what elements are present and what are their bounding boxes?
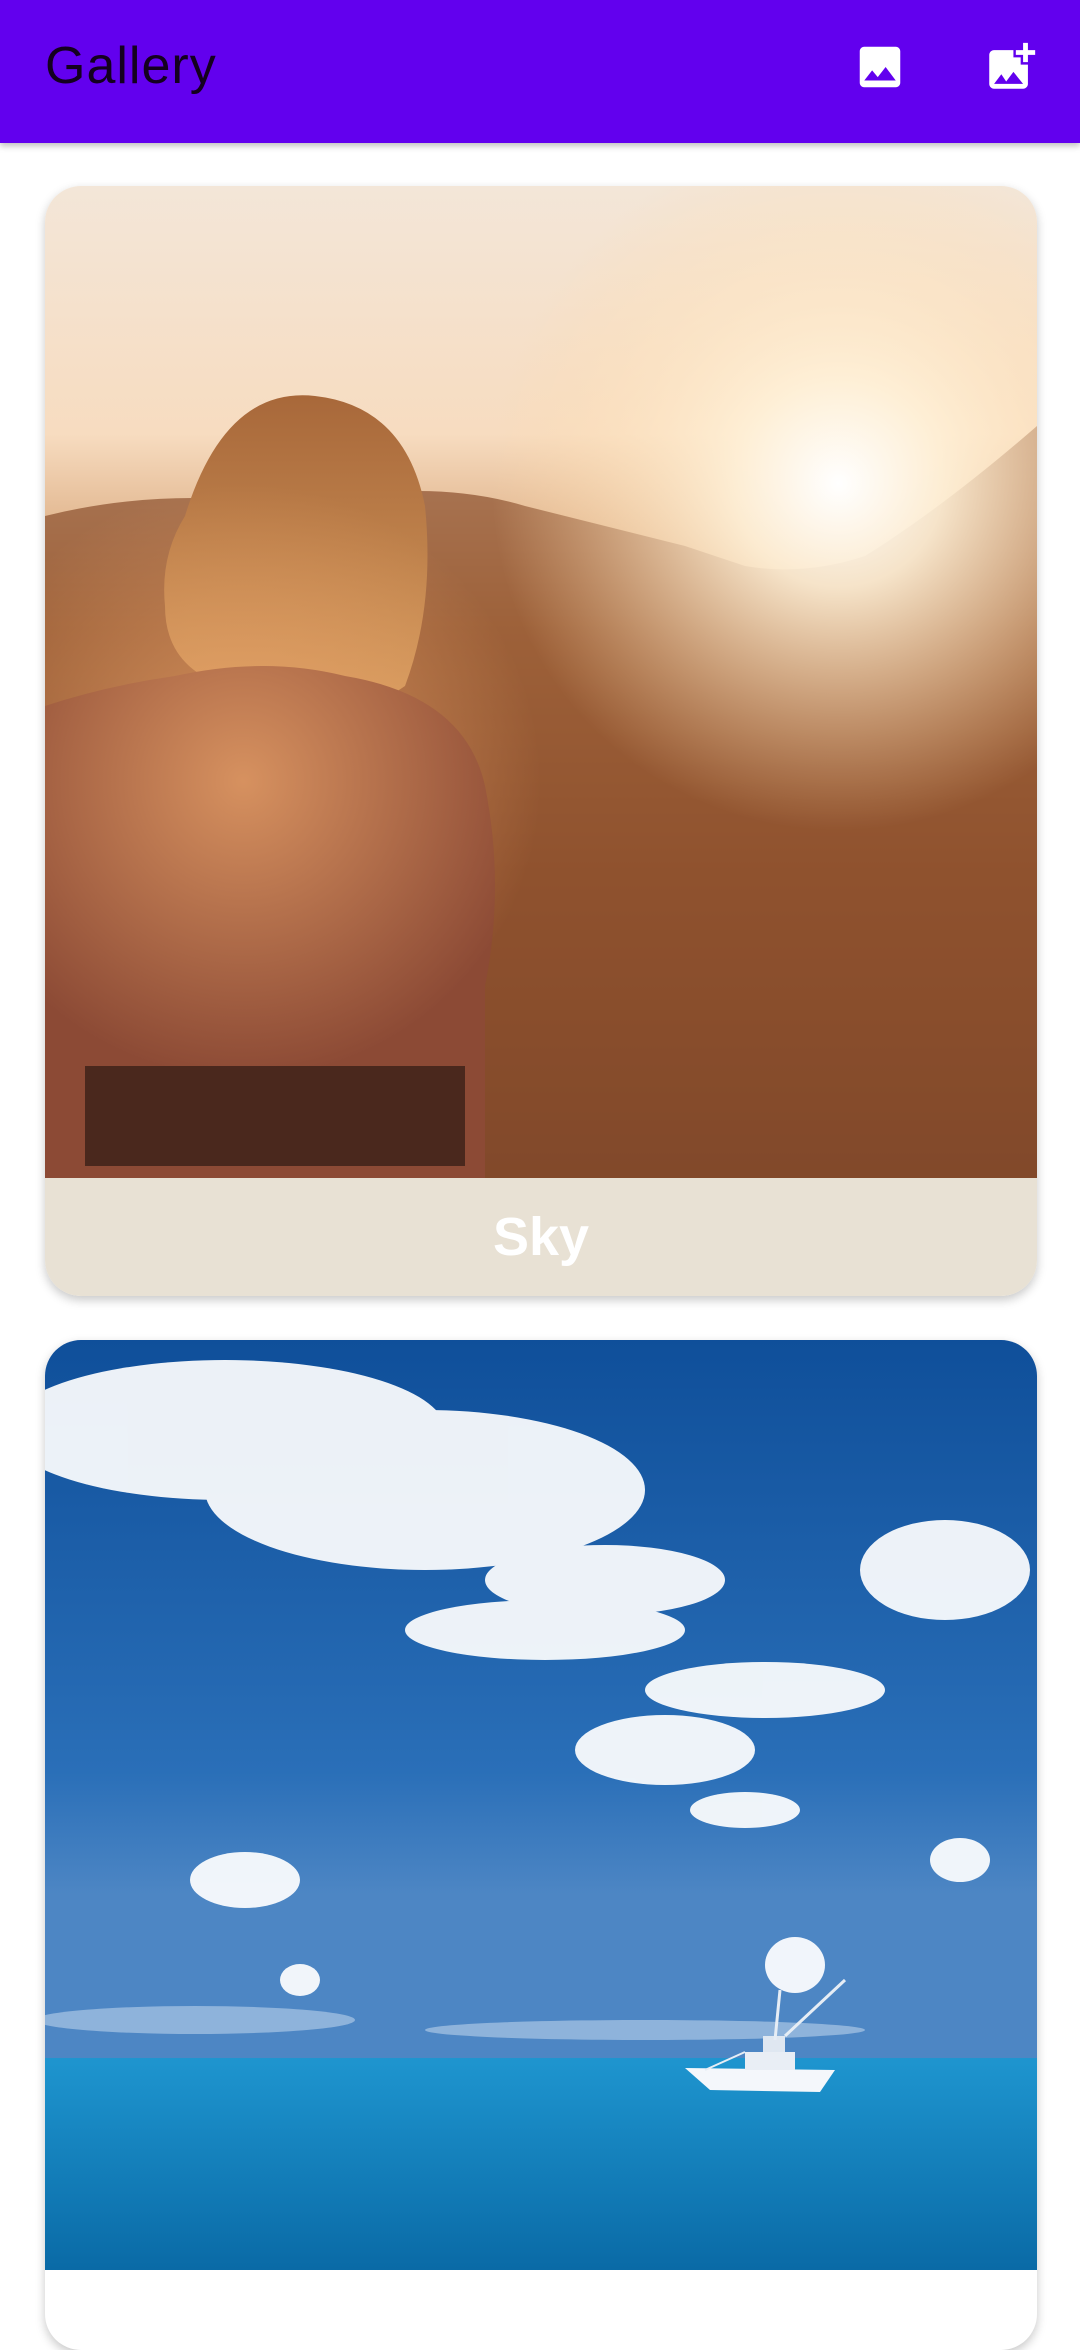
gallery-card[interactable] — [45, 1340, 1037, 2350]
gallery-card[interactable]: Sky — [45, 186, 1037, 1296]
add-photo-button[interactable] — [978, 34, 1044, 100]
app-bar: Gallery — [0, 0, 1080, 143]
image-icon — [859, 46, 901, 88]
add-photo-icon — [989, 42, 1036, 89]
gallery-button[interactable] — [847, 34, 913, 100]
card-caption: Sky — [45, 1178, 1037, 1296]
app-title: Gallery — [45, 37, 217, 95]
sunset-photo — [45, 186, 1037, 1178]
ocean-photo — [45, 1340, 1037, 2270]
